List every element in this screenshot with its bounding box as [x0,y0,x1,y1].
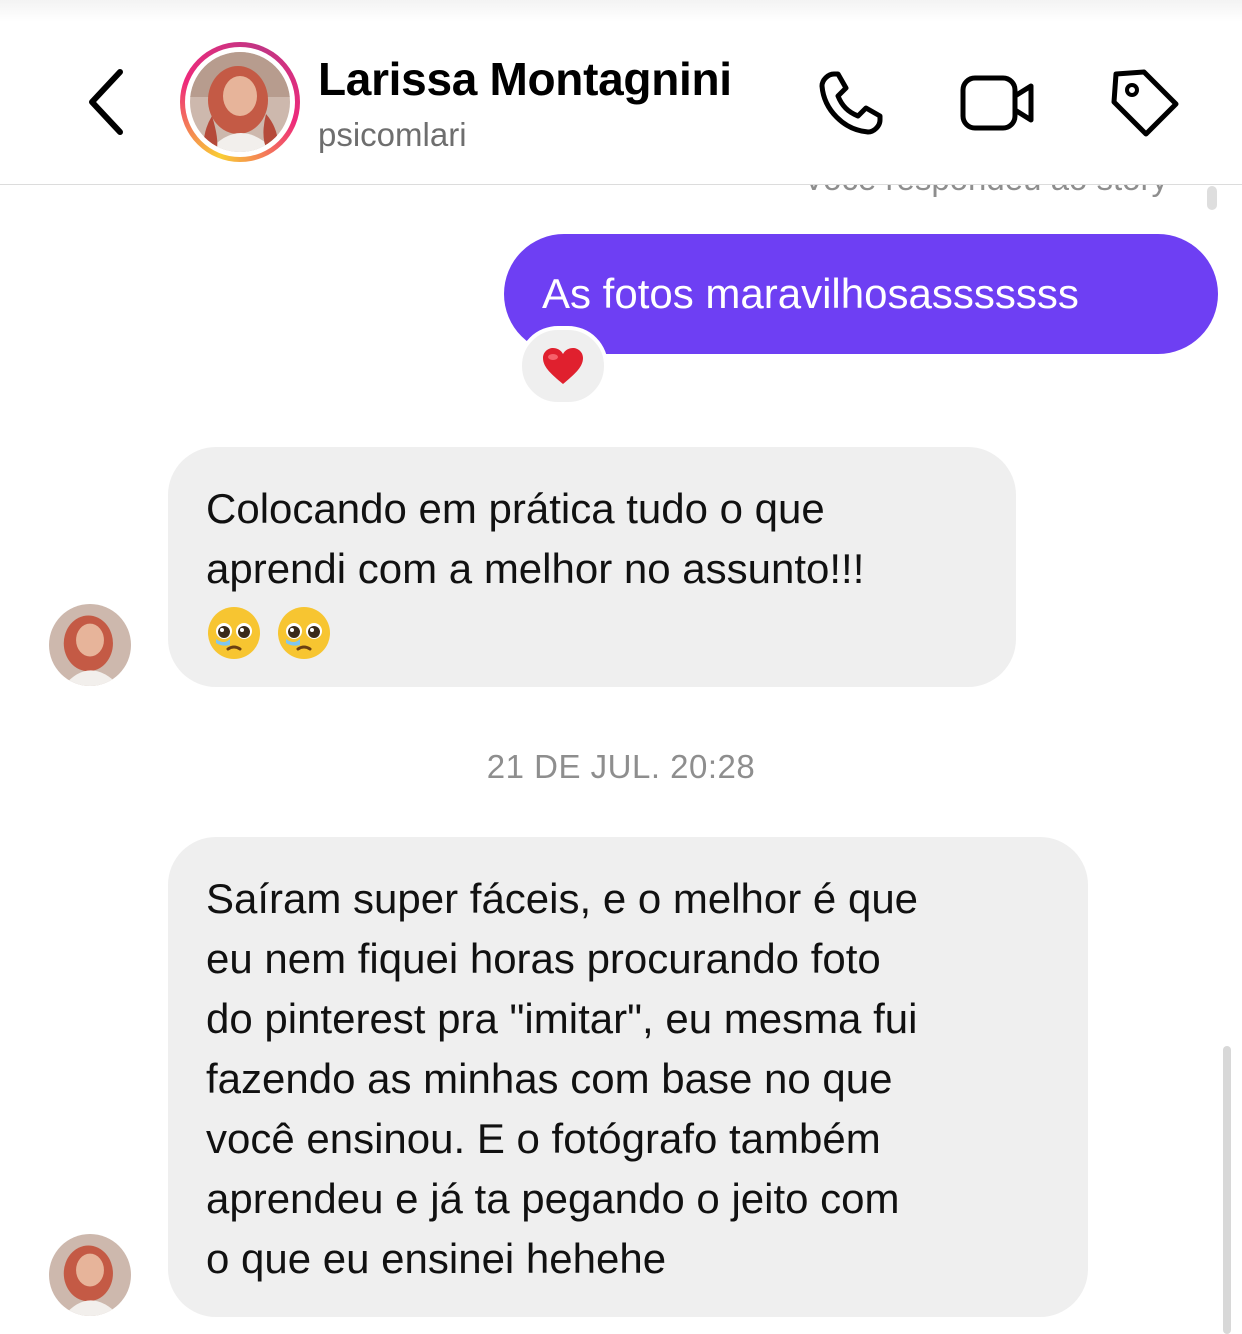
message-line: você ensinou. E o fotógrafo também [206,1115,881,1162]
scrollbar-top [1207,186,1217,210]
message-line: o que eu ensinei hehehe [206,1235,667,1282]
message-line: aprendi com a melhor no assunto!!! [206,545,865,592]
message-reaction[interactable] [518,326,608,406]
tag-icon [1111,69,1179,137]
heart-icon [543,348,583,384]
message-line: Saíram super fáceis, e o melhor é que [206,875,919,922]
pleading-face-emoji-icon [208,607,260,659]
contact-avatar-story-ring[interactable] [180,42,300,162]
back-button[interactable] [82,64,132,140]
outgoing-message-bubble[interactable]: As fotos maravilhosasssssss [504,234,1218,354]
phone-icon [819,71,883,135]
incoming-message-bubble[interactable]: Saíram super fáceis, e o melhor é que eu… [168,837,1088,1317]
message-line: eu nem fiquei horas procurando foto [206,935,881,982]
message-line: fazendo as minhas com base no que [206,1055,893,1102]
sender-avatar[interactable] [49,1234,131,1316]
incoming-message-bubble[interactable]: Colocando em prática tudo o que aprendi … [168,447,1016,687]
contact-name[interactable]: Larissa Montagnini [318,52,732,106]
video-camera-icon [960,75,1034,131]
pleading-face-emoji-icon [278,607,330,659]
chevron-left-icon [89,69,123,135]
audio-call-button[interactable] [812,64,890,142]
chat-screen: Larissa Montagnini psicomlari Você respo… [0,0,1242,1334]
video-call-button[interactable] [958,64,1036,142]
message-line: aprendeu e já ta pegando o jeito com [206,1175,900,1222]
scrollbar-thumb[interactable] [1223,1046,1231,1334]
message-line: do pinterest pra "imitar", eu mesma fui [206,995,918,1042]
avatar [190,52,290,152]
sender-avatar[interactable] [49,604,131,686]
message-timestamp: 21 DE JUL. 20:28 [486,748,756,785]
chat-header: Larissa Montagnini psicomlari [0,0,1242,185]
emoji-row [206,605,976,661]
message-line: Colocando em prática tudo o que [206,485,825,532]
label-tag-button[interactable] [1106,64,1184,142]
contact-username: psicomlari [318,116,467,153]
status-bar-shade [0,0,1242,22]
